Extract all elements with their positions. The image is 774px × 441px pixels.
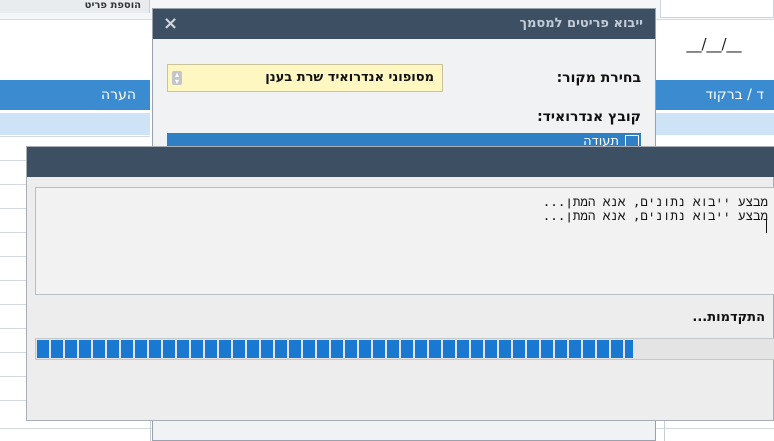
- text-caret: [766, 219, 767, 233]
- table-row-divider: [0, 184, 26, 185]
- source-label: בחירת מקור:: [556, 70, 641, 86]
- import-log-box[interactable]: מבצע ייבוא נתונים, אנא המתן... מבצע ייבו…: [35, 187, 774, 295]
- date-field[interactable]: __/__/__: [668, 32, 760, 56]
- table-header-note: הערה: [0, 80, 150, 110]
- table-row-divider: [0, 160, 26, 161]
- import-dialog-title: ייבוא פריטים למסמך: [519, 16, 644, 31]
- table-row-divider: [0, 400, 26, 401]
- table-row-divider: [0, 136, 150, 137]
- table-row-divider: [0, 208, 26, 209]
- import-progress-dialog: מבצע ייבוא נתונים, אנא המתן... מבצע ייבו…: [26, 146, 774, 421]
- log-line: מבצע ייבוא נתונים, אנא המתן...: [542, 208, 768, 223]
- table-row-divider: [656, 428, 774, 429]
- source-select[interactable]: מסופוני אנדרואיד שרת בענן ▴ ▾: [167, 64, 443, 92]
- table-row-divider: [0, 256, 26, 257]
- progress-bar: [35, 338, 774, 360]
- progress-dialog-titlebar[interactable]: [27, 147, 774, 177]
- table-selected-row-right[interactable]: [656, 113, 774, 135]
- table-row-divider: [0, 232, 26, 233]
- table-row-divider: [0, 352, 26, 353]
- close-icon[interactable]: ×: [163, 9, 178, 39]
- background-top-field[interactable]: [660, 0, 774, 18]
- log-line: מבצע ייבוא נתונים, אנא המתן...: [542, 194, 768, 209]
- progress-bar-fill: [37, 340, 633, 358]
- table-row-divider: [0, 428, 152, 429]
- source-select-value: מסופוני אנדרואיד שרת בענן: [265, 70, 434, 85]
- progress-label: התקדמות...: [692, 310, 765, 325]
- import-dialog-titlebar[interactable]: ייבוא פריטים למסמך ×: [153, 9, 655, 39]
- table-row-divider: [0, 304, 26, 305]
- select-arrows-icon[interactable]: ▴ ▾: [172, 71, 182, 86]
- table-column-divider: [150, 420, 151, 441]
- table-row-divider: [0, 280, 26, 281]
- table-row-divider: [0, 376, 26, 377]
- background-top-tab[interactable]: הוספת פריט: [0, 0, 150, 13]
- table-header-barcode: ד / ברקוד: [656, 80, 774, 110]
- table-selected-row-left[interactable]: [0, 113, 150, 135]
- android-file-label: קובץ אנדרואיד:: [537, 109, 641, 125]
- table-column-divider: [664, 420, 665, 441]
- table-row-divider: [0, 328, 26, 329]
